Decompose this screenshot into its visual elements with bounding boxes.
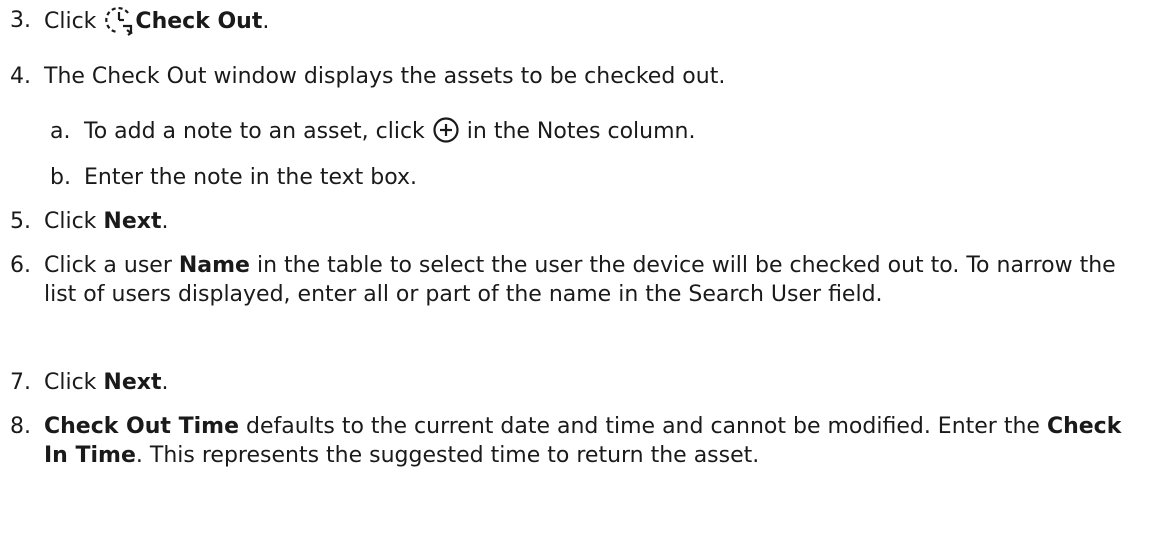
substep-text: To add a note to an asset, click [84, 119, 432, 144]
plus-circle-icon [432, 116, 460, 144]
step-text: defaults to the current date and time an… [239, 414, 1047, 439]
check-out-time-label: Check Out Time [44, 414, 239, 439]
next-label: Next [103, 209, 162, 234]
check-out-label: Check Out [135, 9, 263, 34]
step-number: 6. [10, 253, 31, 278]
name-label: Name [178, 253, 250, 278]
clock-arrow-icon [103, 4, 135, 36]
next-label: Next [103, 370, 162, 395]
step-text-end: . [161, 209, 169, 234]
substep-letter: a. [50, 119, 71, 144]
step-number: 3. [10, 8, 31, 33]
step-text-end: . [161, 370, 169, 395]
step-6: 6. Click a user Name in the table to sel… [10, 251, 1140, 309]
step-number: 7. [10, 370, 31, 395]
substep-text-end: in the Notes column. [459, 119, 696, 144]
substep-a: a. To add a note to an asset, click in t… [50, 117, 1130, 146]
step-8: 8. Check Out Time defaults to the curren… [10, 412, 1140, 470]
step-number: 5. [10, 209, 31, 234]
step-text-end: . [262, 9, 270, 34]
substep-letter: b. [50, 165, 71, 190]
step-text: Click [44, 370, 104, 395]
step-number: 4. [10, 64, 31, 89]
step-text: The Check Out window displays the assets… [44, 64, 726, 89]
step-4: 4. The Check Out window displays the ass… [10, 62, 1140, 91]
step-text-end: . This represents the suggested time to … [135, 443, 760, 468]
step-5: 5. Click Next. [10, 207, 1140, 236]
step-text: Click a user [44, 253, 179, 278]
substep-text: Enter the note in the text box. [84, 165, 418, 190]
step-number: 8. [10, 414, 31, 439]
step-text: Click [44, 209, 104, 234]
step-7: 7. Click Next. [10, 368, 1140, 397]
step-text: Click [44, 9, 104, 34]
substep-b: b. Enter the note in the text box. [50, 163, 1130, 192]
step-3: 3. Click Check Out. [10, 6, 1140, 38]
